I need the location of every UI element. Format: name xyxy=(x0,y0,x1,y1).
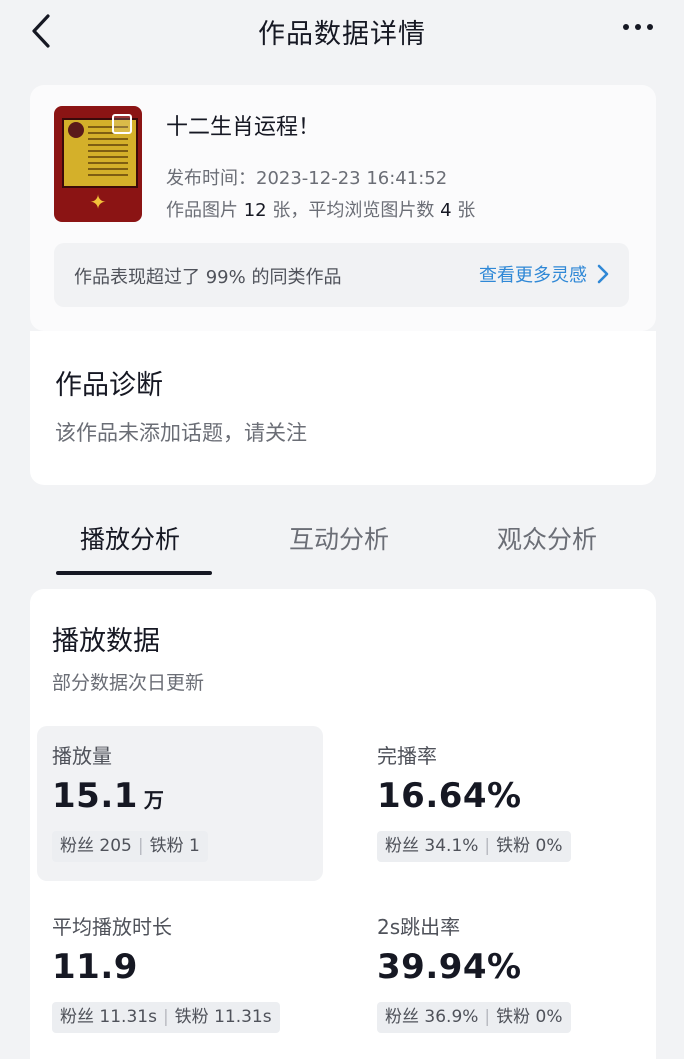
page-title: 作品数据详情 xyxy=(258,18,426,50)
iron-fans-value: 铁粉 1 xyxy=(149,836,200,856)
work-thumbnail[interactable]: ✦ xyxy=(54,106,142,222)
separator: | xyxy=(162,1007,169,1027)
metric-number: 16.64% xyxy=(377,776,522,816)
thumbnail-glyph: ✦ xyxy=(89,190,107,214)
metric-play-count[interactable]: 播放量 15.1 万 粉丝 205 | 铁粉 1 xyxy=(37,726,323,881)
chevron-left-icon xyxy=(32,14,50,48)
metric-completion-rate[interactable]: 完播率 16.64% 粉丝 34.1% | 铁粉 0% xyxy=(362,726,648,881)
back-button[interactable] xyxy=(26,12,60,50)
separator: | xyxy=(484,836,491,856)
separator: | xyxy=(484,1007,491,1027)
metric-value: 11.9 xyxy=(52,947,138,987)
metric-breakdown: 粉丝 205 | 铁粉 1 xyxy=(52,831,208,862)
fans-value: 粉丝 36.9% xyxy=(385,1007,479,1027)
tab-audience-analysis[interactable]: 观众分析 xyxy=(497,520,597,556)
iron-fans-value: 铁粉 0% xyxy=(496,1007,563,1027)
metric-unit: 万 xyxy=(143,788,165,812)
avg-view-count: 4 xyxy=(440,200,452,221)
image-stats-prefix: 作品图片 xyxy=(166,200,244,221)
analysis-tabs: 播放分析 互动分析 观众分析 xyxy=(30,510,656,576)
performance-banner: 作品表现超过了 99% 的同类作品 查看更多灵感 xyxy=(54,243,629,307)
image-stats-mid: 张，平均浏览图片数 xyxy=(266,200,441,221)
more-dots-icon xyxy=(623,24,629,30)
metric-value: 39.94% xyxy=(377,947,522,987)
play-data-subtitle: 部分数据次日更新 xyxy=(52,672,205,694)
iron-fans-value: 铁粉 11.31s xyxy=(174,1007,272,1027)
diagnosis-card: 作品诊断 该作品未添加话题，请关注 xyxy=(30,331,656,485)
more-dot xyxy=(647,24,653,30)
more-inspiration-link[interactable]: 查看更多灵感 xyxy=(479,261,609,287)
performance-text: 作品表现超过了 99% 的同类作品 xyxy=(74,267,342,288)
fans-value: 粉丝 11.31s xyxy=(60,1007,157,1027)
fans-value: 粉丝 205 xyxy=(60,836,132,856)
active-tab-indicator xyxy=(56,571,212,575)
diagnosis-title: 作品诊断 xyxy=(55,370,163,401)
image-stats-suffix: 张 xyxy=(451,200,476,221)
publish-time: 发布时间：2023-12-23 16:41:52 xyxy=(166,168,448,189)
tab-play-analysis[interactable]: 播放分析 xyxy=(80,520,180,556)
metric-breakdown: 粉丝 36.9% | 铁粉 0% xyxy=(377,1002,571,1033)
image-count: 12 xyxy=(243,200,267,221)
select-checkbox-icon xyxy=(112,114,132,134)
work-summary-card: ✦ 十二生肖运程！ 发布时间：2023-12-23 16:41:52 作品图片 … xyxy=(30,85,656,331)
thumbnail-emblem xyxy=(68,122,84,138)
metric-number: 39.94% xyxy=(377,947,522,987)
chevron-right-icon xyxy=(597,264,609,284)
more-button[interactable] xyxy=(618,17,658,37)
tab-interaction-analysis[interactable]: 互动分析 xyxy=(289,520,389,556)
metric-breakdown: 粉丝 34.1% | 铁粉 0% xyxy=(377,831,571,862)
more-inspiration-label: 查看更多灵感 xyxy=(479,265,587,286)
metric-breakdown: 粉丝 11.31s | 铁粉 11.31s xyxy=(52,1002,280,1033)
metric-label: 完播率 xyxy=(377,744,437,768)
play-data-card: 播放数据 部分数据次日更新 播放量 15.1 万 粉丝 205 | 铁粉 1 完播率 … xyxy=(30,589,656,1059)
metric-value: 15.1 万 xyxy=(52,776,164,816)
metric-label: 2s跳出率 xyxy=(377,915,461,939)
more-dot xyxy=(635,24,641,30)
metric-value: 16.64% xyxy=(377,776,522,816)
metric-label: 平均播放时长 xyxy=(52,915,172,939)
iron-fans-value: 铁粉 0% xyxy=(496,836,563,856)
metric-number: 15.1 xyxy=(52,776,138,816)
image-stats: 作品图片 12 张，平均浏览图片数 4 张 xyxy=(166,196,475,222)
fans-value: 粉丝 34.1% xyxy=(385,836,479,856)
work-title: 十二生肖运程！ xyxy=(166,115,321,140)
metric-number: 11.9 xyxy=(52,947,138,987)
metric-2s-bounce-rate[interactable]: 2s跳出率 39.94% 粉丝 36.9% | 铁粉 0% xyxy=(362,897,648,1052)
top-bar: 作品数据详情 xyxy=(0,0,684,62)
diagnosis-text: 该作品未添加话题，请关注 xyxy=(55,421,307,445)
play-data-title: 播放数据 xyxy=(52,626,160,657)
metric-label: 播放量 xyxy=(52,744,112,768)
metric-avg-play-duration[interactable]: 平均播放时长 11.9 粉丝 11.31s | 铁粉 11.31s xyxy=(37,897,323,1052)
separator: | xyxy=(137,836,144,856)
